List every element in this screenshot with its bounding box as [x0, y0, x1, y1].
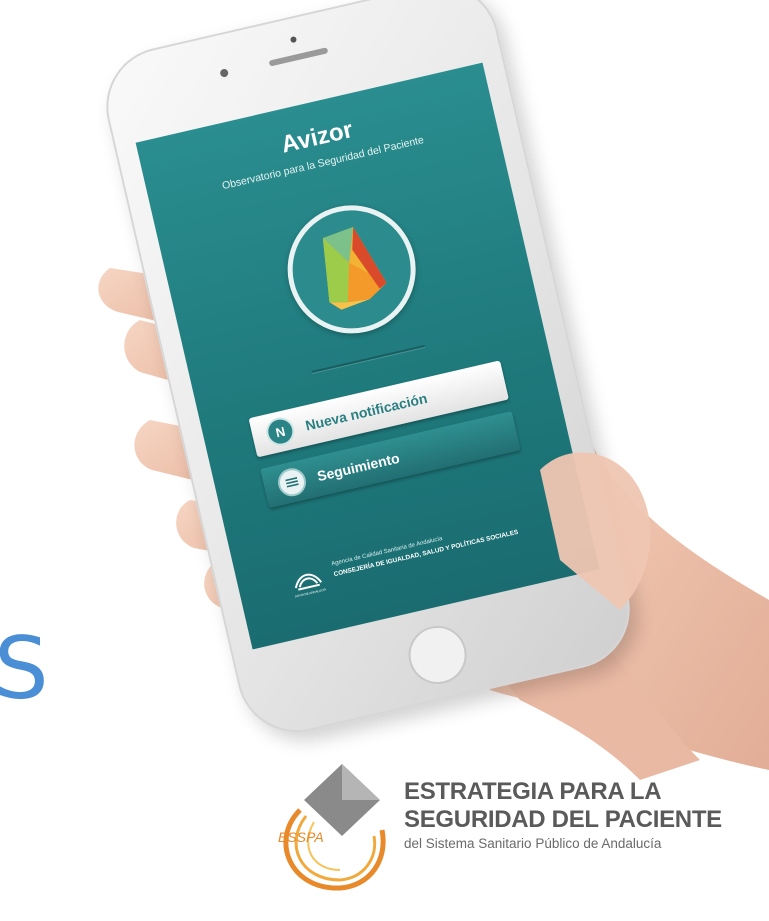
esspa-wordmark: ESTRATEGIA PARA LA SEGURIDAD DEL PACIENT…: [404, 778, 769, 888]
esspa-line-2: SEGURIDAD DEL PACIENTE: [404, 806, 722, 833]
esspa-line-1: ESTRATEGIA PARA LA: [404, 778, 662, 805]
esspa-line-3: del Sistema Sanitario Público de Andaluc…: [404, 836, 662, 851]
esspa-mark-text: ESSPA: [278, 829, 324, 845]
photo-stage: S Avizor Observatorio para la Seguridad …: [0, 0, 769, 921]
esspa-logo-icon: ESSPA: [278, 764, 386, 891]
